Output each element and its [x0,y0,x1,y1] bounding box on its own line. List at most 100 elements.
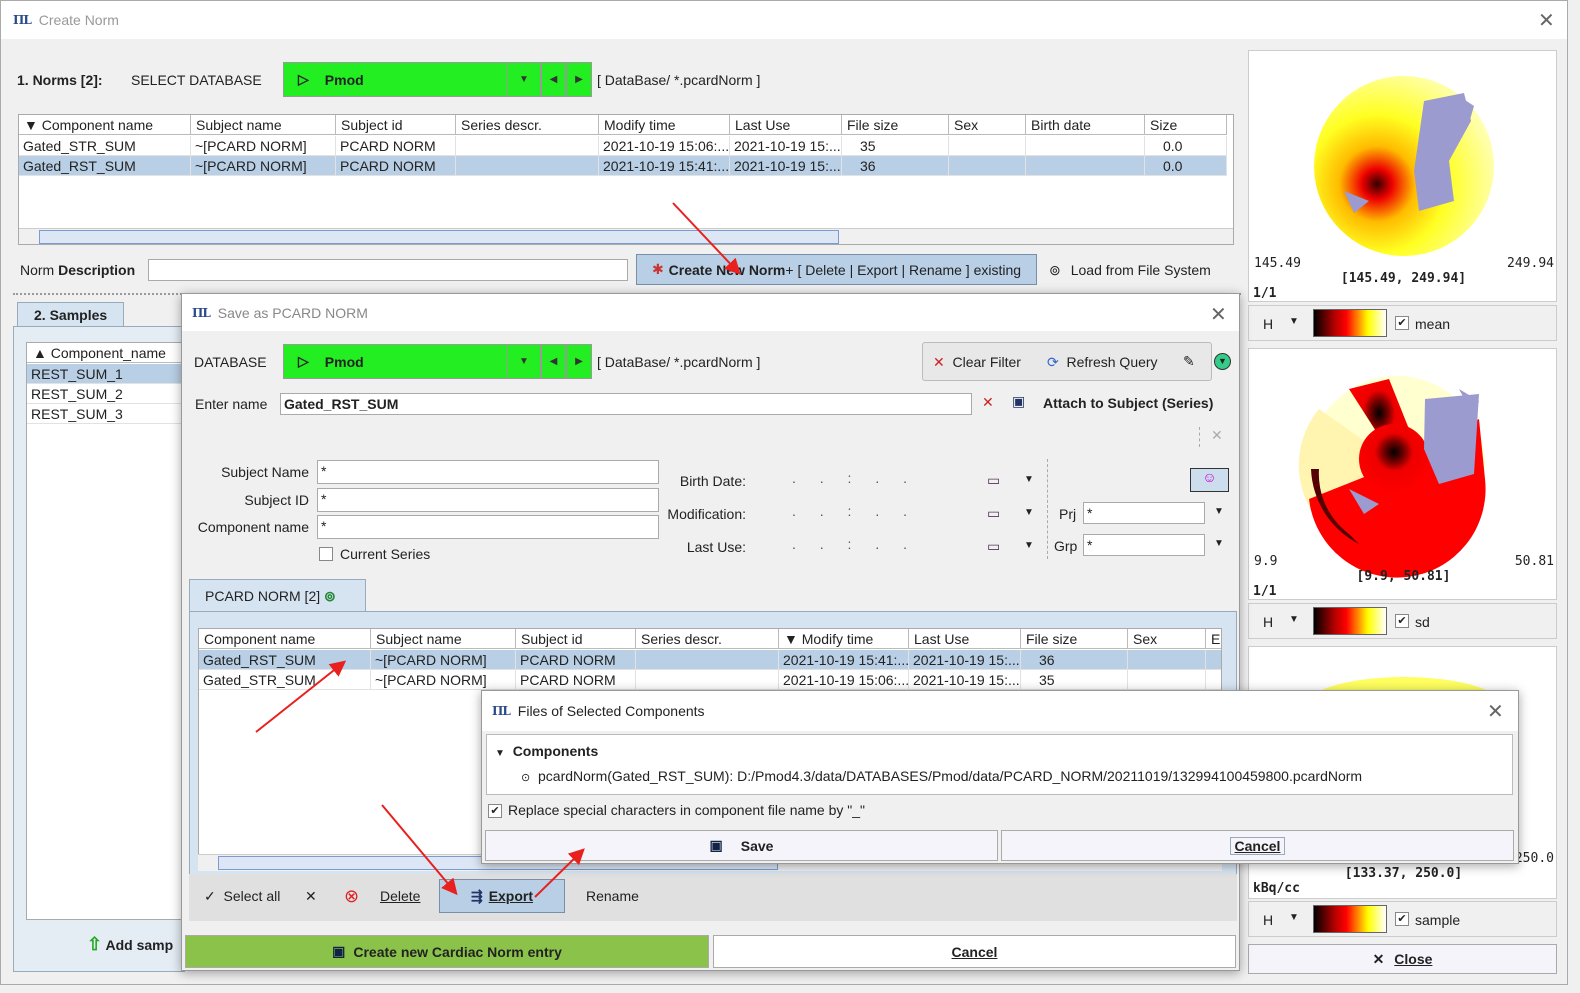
create-new-norm-button[interactable]: ✱ Create New Norm + [ Delete | Export | R… [636,254,1037,285]
eraser-icon[interactable]: ✎ [1183,353,1195,370]
list-item[interactable]: REST_SUM_3 [27,404,183,424]
database-dropdown[interactable]: ▼ [507,344,541,379]
table-cell[interactable]: Gated_RST_SUM [19,156,191,176]
table-cell[interactable]: PCARD NORM [336,156,456,176]
column-header[interactable]: Series descr. [456,115,599,135]
database-dropdown[interactable]: ▼ [507,62,541,97]
color-bar-slider[interactable] [1313,607,1387,635]
column-header[interactable]: Modify time [599,115,730,135]
create-entry-button[interactable]: ▣ Create new Cardiac Norm entry [185,935,709,968]
column-header[interactable]: Subject name [191,115,336,135]
column-header[interactable]: Subject id [336,115,456,135]
attach-to-subject-button[interactable]: Attach to Subject (Series) [1043,395,1213,411]
clear-filter-button[interactable]: ✕ Clear Filter [933,354,1021,371]
table-cell[interactable]: Gated_STR_SUM [199,670,371,690]
samples-list[interactable]: ▲ Component_name REST_SUM_1 REST_SUM_2 R… [26,342,184,920]
last-use-dropdown-icon[interactable]: ▼ [1024,540,1034,551]
lut-dropdown-icon[interactable]: ▼ [1289,912,1299,923]
table-cell[interactable] [636,670,779,690]
modification-date-field[interactable]: . . : . . [792,503,907,519]
replace-chars-checkbox[interactable]: ✔ [488,804,502,818]
column-header[interactable]: Subject id [516,629,636,649]
select-all-button[interactable]: ✓ Select all [204,888,280,905]
table-cell[interactable]: 36 [1021,650,1128,670]
close-button[interactable]: ✕ Close [1248,944,1557,974]
calendar-icon[interactable]: ▭ [987,538,1000,555]
enter-name-input[interactable]: Gated_RST_SUM [280,393,972,415]
table-cell[interactable]: Gated_RST_SUM [199,650,371,670]
column-header[interactable]: Size [1145,115,1227,135]
grp-dropdown-icon[interactable]: ▼ [1214,538,1224,549]
color-bar-slider[interactable] [1313,905,1387,933]
column-header[interactable]: Birth date [1026,115,1145,135]
column-header[interactable]: E [1206,629,1221,649]
close-files-dialog-icon[interactable]: ✕ [1487,699,1504,724]
calendar-icon[interactable]: ▭ [987,505,1000,522]
sd-checkbox[interactable]: ✔ [1395,614,1409,628]
norms-horizontal-scrollbar[interactable] [19,228,1233,244]
column-header[interactable]: File size [842,115,949,135]
color-bar-slider[interactable] [1313,309,1387,337]
norms-table[interactable]: ▼ Component name Gated_STR_SUM Gated_RST_S… [18,114,1234,245]
table-cell[interactable]: ~[PCARD NORM] [191,136,336,156]
table-cell[interactable]: PCARD NORM [336,136,456,156]
export-button[interactable]: ⇶ Export [439,879,565,913]
table-cell[interactable]: ~[PCARD NORM] [191,156,336,176]
norm-description-input[interactable] [148,259,628,281]
database-selector[interactable]: ▷ Pmod [283,344,508,379]
table-cell[interactable]: 2021-10-19 15:... [909,670,1021,690]
expand-icon[interactable]: ▼ [1214,353,1231,370]
close-window-icon[interactable]: ✕ [1538,8,1555,33]
table-cell[interactable]: ~[PCARD NORM] [371,650,516,670]
column-header[interactable]: File size [1021,629,1128,649]
table-cell[interactable] [1128,650,1206,670]
rename-button[interactable]: Rename [586,888,639,904]
modification-dropdown-icon[interactable]: ▼ [1024,507,1034,518]
lut-dropdown-icon[interactable]: ▼ [1289,316,1299,327]
grp-input[interactable]: * [1083,534,1205,556]
add-sample-button[interactable]: ⇧ Add samp [87,934,173,955]
cancel-button[interactable]: Cancel [713,935,1236,968]
table-cell[interactable] [1128,670,1206,690]
table-cell[interactable] [949,136,1026,156]
table-cell[interactable]: Gated_STR_SUM [19,136,191,156]
table-cell[interactable]: 2021-10-19 15:06:... [599,136,730,156]
column-header[interactable]: Sex [949,115,1026,135]
table-cell[interactable] [1206,670,1221,690]
tab-pcard-norm[interactable]: PCARD NORM [2] ⊚ [189,579,366,612]
table-cell[interactable] [1026,156,1145,176]
table-cell[interactable]: 2021-10-19 15:41:... [779,650,909,670]
table-cell[interactable] [456,136,599,156]
table-cell[interactable]: 35 [1021,670,1128,690]
table-cell[interactable] [636,650,779,670]
components-tree[interactable]: ▼ Components ⊙ pcardNorm(Gated_RST_SUM):… [486,734,1513,795]
list-item[interactable]: REST_SUM_2 [27,384,183,404]
birth-date-field[interactable]: . . : . . [792,470,907,486]
column-header[interactable]: Last Use [730,115,842,135]
tab-samples[interactable]: 2. Samples [17,302,124,327]
subject-name-input[interactable]: * [317,460,659,484]
table-cell[interactable] [456,156,599,176]
prj-dropdown-icon[interactable]: ▼ [1214,506,1224,517]
table-cell[interactable]: 36 [842,156,949,176]
list-item[interactable]: REST_SUM_1 [27,364,183,384]
table-cell[interactable]: 0.0 [1145,136,1227,156]
table-cell[interactable]: PCARD NORM [516,670,636,690]
deselect-icon[interactable]: ✕ [305,888,317,905]
save-file-button[interactable]: ▣ Save [485,830,998,861]
cancel-file-button[interactable]: Cancel [1001,830,1514,861]
clear-name-icon[interactable]: ✕ [982,394,994,411]
column-header[interactable]: ▼ Modify time [779,629,909,649]
column-header[interactable]: Last Use [909,629,1021,649]
column-header[interactable]: Component name [199,629,371,649]
column-header[interactable]: Sex [1128,629,1206,649]
scrollbar-thumb[interactable] [39,230,839,244]
last-use-date-field[interactable]: . . : . . [792,536,907,552]
mean-checkbox[interactable]: ✔ [1395,316,1409,330]
table-cell[interactable] [949,156,1026,176]
column-header[interactable]: Subject name [371,629,516,649]
calendar-icon[interactable]: ▭ [987,472,1000,489]
lut-dropdown-icon[interactable]: ▼ [1289,614,1299,625]
close-attach-icon[interactable]: ✕ [1211,427,1223,444]
prj-input[interactable]: * [1083,502,1205,524]
